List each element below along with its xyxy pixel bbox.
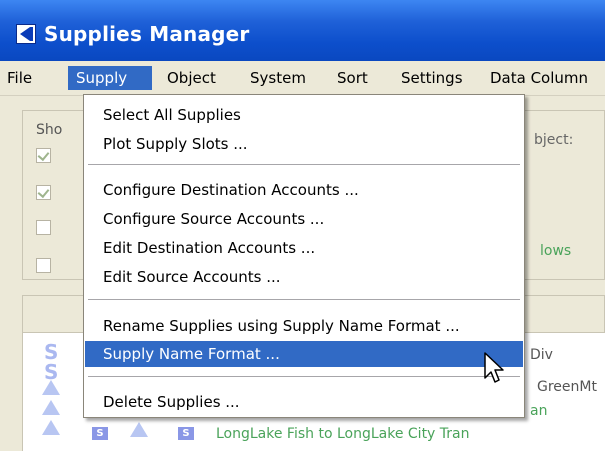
menu-separator xyxy=(88,164,520,165)
show-checkbox-3[interactable] xyxy=(36,220,51,235)
menu-item-configure-source-accounts[interactable]: Configure Source Accounts ... xyxy=(85,206,523,232)
app-logo-icon xyxy=(16,24,36,44)
reservoir-icon xyxy=(42,400,60,415)
title-bar[interactable]: Supplies Manager xyxy=(0,0,605,61)
window-title: Supplies Manager xyxy=(44,22,250,46)
menu-separator xyxy=(88,299,520,300)
show-checkbox-2[interactable] xyxy=(36,185,51,200)
menu-item-plot-supply-slots[interactable]: Plot Supply Slots ... xyxy=(85,131,523,157)
supply-dropdown-menu: Select All Supplies Plot Supply Slots ..… xyxy=(83,94,525,418)
list-row-text: LongLake Fish to LongLake City Tran xyxy=(216,426,470,442)
object-label: bject: xyxy=(534,132,574,148)
menu-data-column[interactable]: Data Column xyxy=(488,66,590,90)
supply-badge-icon: S xyxy=(92,427,108,440)
group-label: Sho xyxy=(36,122,63,138)
list-row-text: Div xyxy=(530,347,553,363)
supply-badge-icon: S xyxy=(178,427,194,440)
list-row-text: an xyxy=(530,403,548,419)
menu-file[interactable]: File xyxy=(5,66,34,90)
show-checkbox-1[interactable] xyxy=(36,148,51,163)
menu-item-supply-name-format[interactable]: Supply Name Format ... xyxy=(85,341,523,367)
menu-sort[interactable]: Sort xyxy=(335,66,370,90)
menu-item-rename-supplies[interactable]: Rename Supplies using Supply Name Format… xyxy=(85,313,523,339)
menu-bar: File Supply Object System Sort Settings … xyxy=(0,61,605,96)
menu-item-edit-destination-accounts[interactable]: Edit Destination Accounts ... xyxy=(85,235,523,261)
reservoir-icon xyxy=(42,380,60,395)
show-checkbox-4[interactable] xyxy=(36,258,51,273)
menu-separator xyxy=(88,376,520,377)
menu-supply[interactable]: Supply xyxy=(68,66,152,90)
menu-item-configure-destination-accounts[interactable]: Configure Destination Accounts ... xyxy=(85,177,523,203)
menu-settings[interactable]: Settings xyxy=(399,66,465,90)
reservoir-icon xyxy=(130,422,148,437)
menu-item-delete-supplies[interactable]: Delete Supplies ... xyxy=(85,389,523,415)
mouse-pointer-icon xyxy=(484,352,504,383)
menu-item-select-all-supplies[interactable]: Select All Supplies xyxy=(85,102,523,128)
list-row-text: GreenMt xyxy=(537,379,597,395)
menu-system[interactable]: System xyxy=(248,66,308,90)
reservoir-icon xyxy=(42,420,60,435)
menu-item-edit-source-accounts[interactable]: Edit Source Accounts ... xyxy=(85,264,523,290)
menu-object[interactable]: Object xyxy=(165,66,218,90)
flows-label: lows xyxy=(540,243,572,259)
